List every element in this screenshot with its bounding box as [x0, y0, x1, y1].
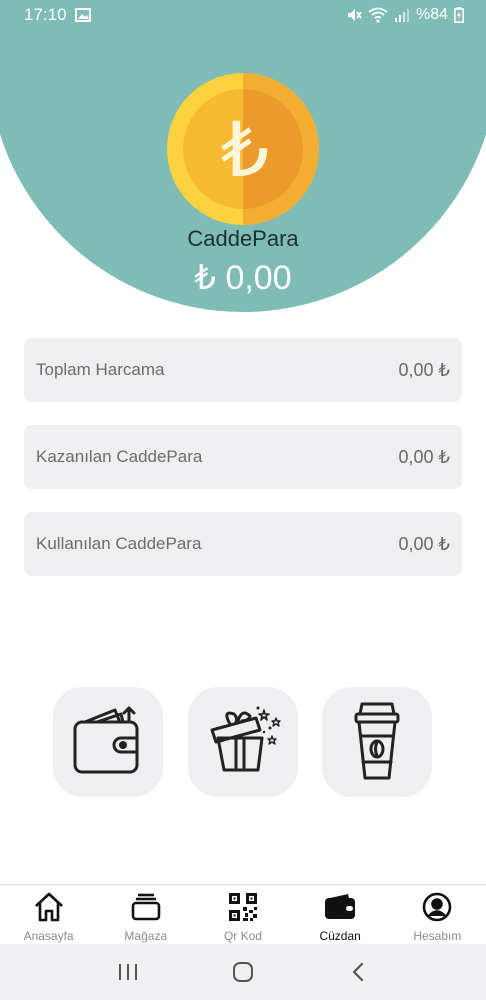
qr-code-icon: [228, 891, 258, 923]
brand-name: CaddePara: [187, 226, 299, 251]
nav-item-store[interactable]: Mağaza: [97, 885, 194, 945]
stat-value: 0,00 ₺: [398, 359, 451, 380]
nav-label: Anasayfa: [23, 929, 74, 943]
account-icon: [422, 891, 452, 923]
balance-amount: ₺ 0,00: [194, 259, 292, 297]
coffee-button[interactable]: [322, 687, 432, 797]
nav-label: Hesabım: [413, 929, 462, 943]
system-navigation-bar: [0, 944, 486, 1000]
home-button-icon[interactable]: [223, 952, 263, 992]
wallet-topup-button[interactable]: [53, 687, 163, 797]
nav-item-account[interactable]: Hesabım: [389, 885, 486, 945]
stat-label: Kazanılan CaddePara: [36, 447, 203, 466]
caddepara-coin-icon: ₺: [166, 72, 320, 226]
nav-label: Cüzdan: [319, 929, 361, 943]
nav-label: Qr Kod: [223, 929, 262, 943]
battery-percent: %84: [415, 6, 448, 23]
wallet-header: ₺ CaddePara ₺ 0,00: [0, 0, 486, 320]
gallery-notification-icon: [74, 8, 91, 22]
gift-button[interactable]: [188, 687, 298, 797]
wallet-topup-icon: [63, 700, 153, 785]
store-icon: [131, 891, 161, 923]
coin-symbol: ₺: [221, 105, 269, 194]
wallet-icon: [324, 891, 356, 923]
stat-card-total-spending: Toplam Harcama 0,00 ₺: [24, 338, 462, 402]
wifi-icon: [368, 7, 388, 23]
nav-item-qr-code[interactable]: Qr Kod: [194, 885, 291, 945]
signal-icon: [394, 8, 410, 22]
stat-card-used: Kullanılan CaddePara 0,00 ₺: [24, 512, 462, 576]
bottom-navigation: Anasayfa Mağaza Qr Kod Cüzdan Hesabım: [0, 884, 486, 944]
nav-label: Mağaza: [124, 929, 168, 943]
home-icon: [33, 891, 65, 923]
stat-card-earned: Kazanılan CaddePara 0,00 ₺: [24, 425, 462, 489]
status-time: 17:10: [24, 5, 67, 24]
stat-label: Kullanılan CaddePara: [36, 534, 202, 553]
nav-item-home[interactable]: Anasayfa: [0, 885, 97, 945]
status-bar: 17:10 %84: [0, 0, 486, 30]
back-icon[interactable]: [338, 952, 378, 992]
battery-charging-icon: [454, 7, 464, 23]
stat-value: 0,00 ₺: [398, 533, 451, 554]
gift-box-icon: [198, 700, 288, 785]
coffee-cup-icon: [332, 698, 422, 787]
nav-item-wallet[interactable]: Cüzdan: [292, 885, 389, 945]
stat-label: Toplam Harcama: [36, 360, 165, 379]
mute-icon: [346, 7, 362, 23]
recent-apps-icon[interactable]: [108, 952, 148, 992]
stat-value: 0,00 ₺: [398, 446, 451, 467]
